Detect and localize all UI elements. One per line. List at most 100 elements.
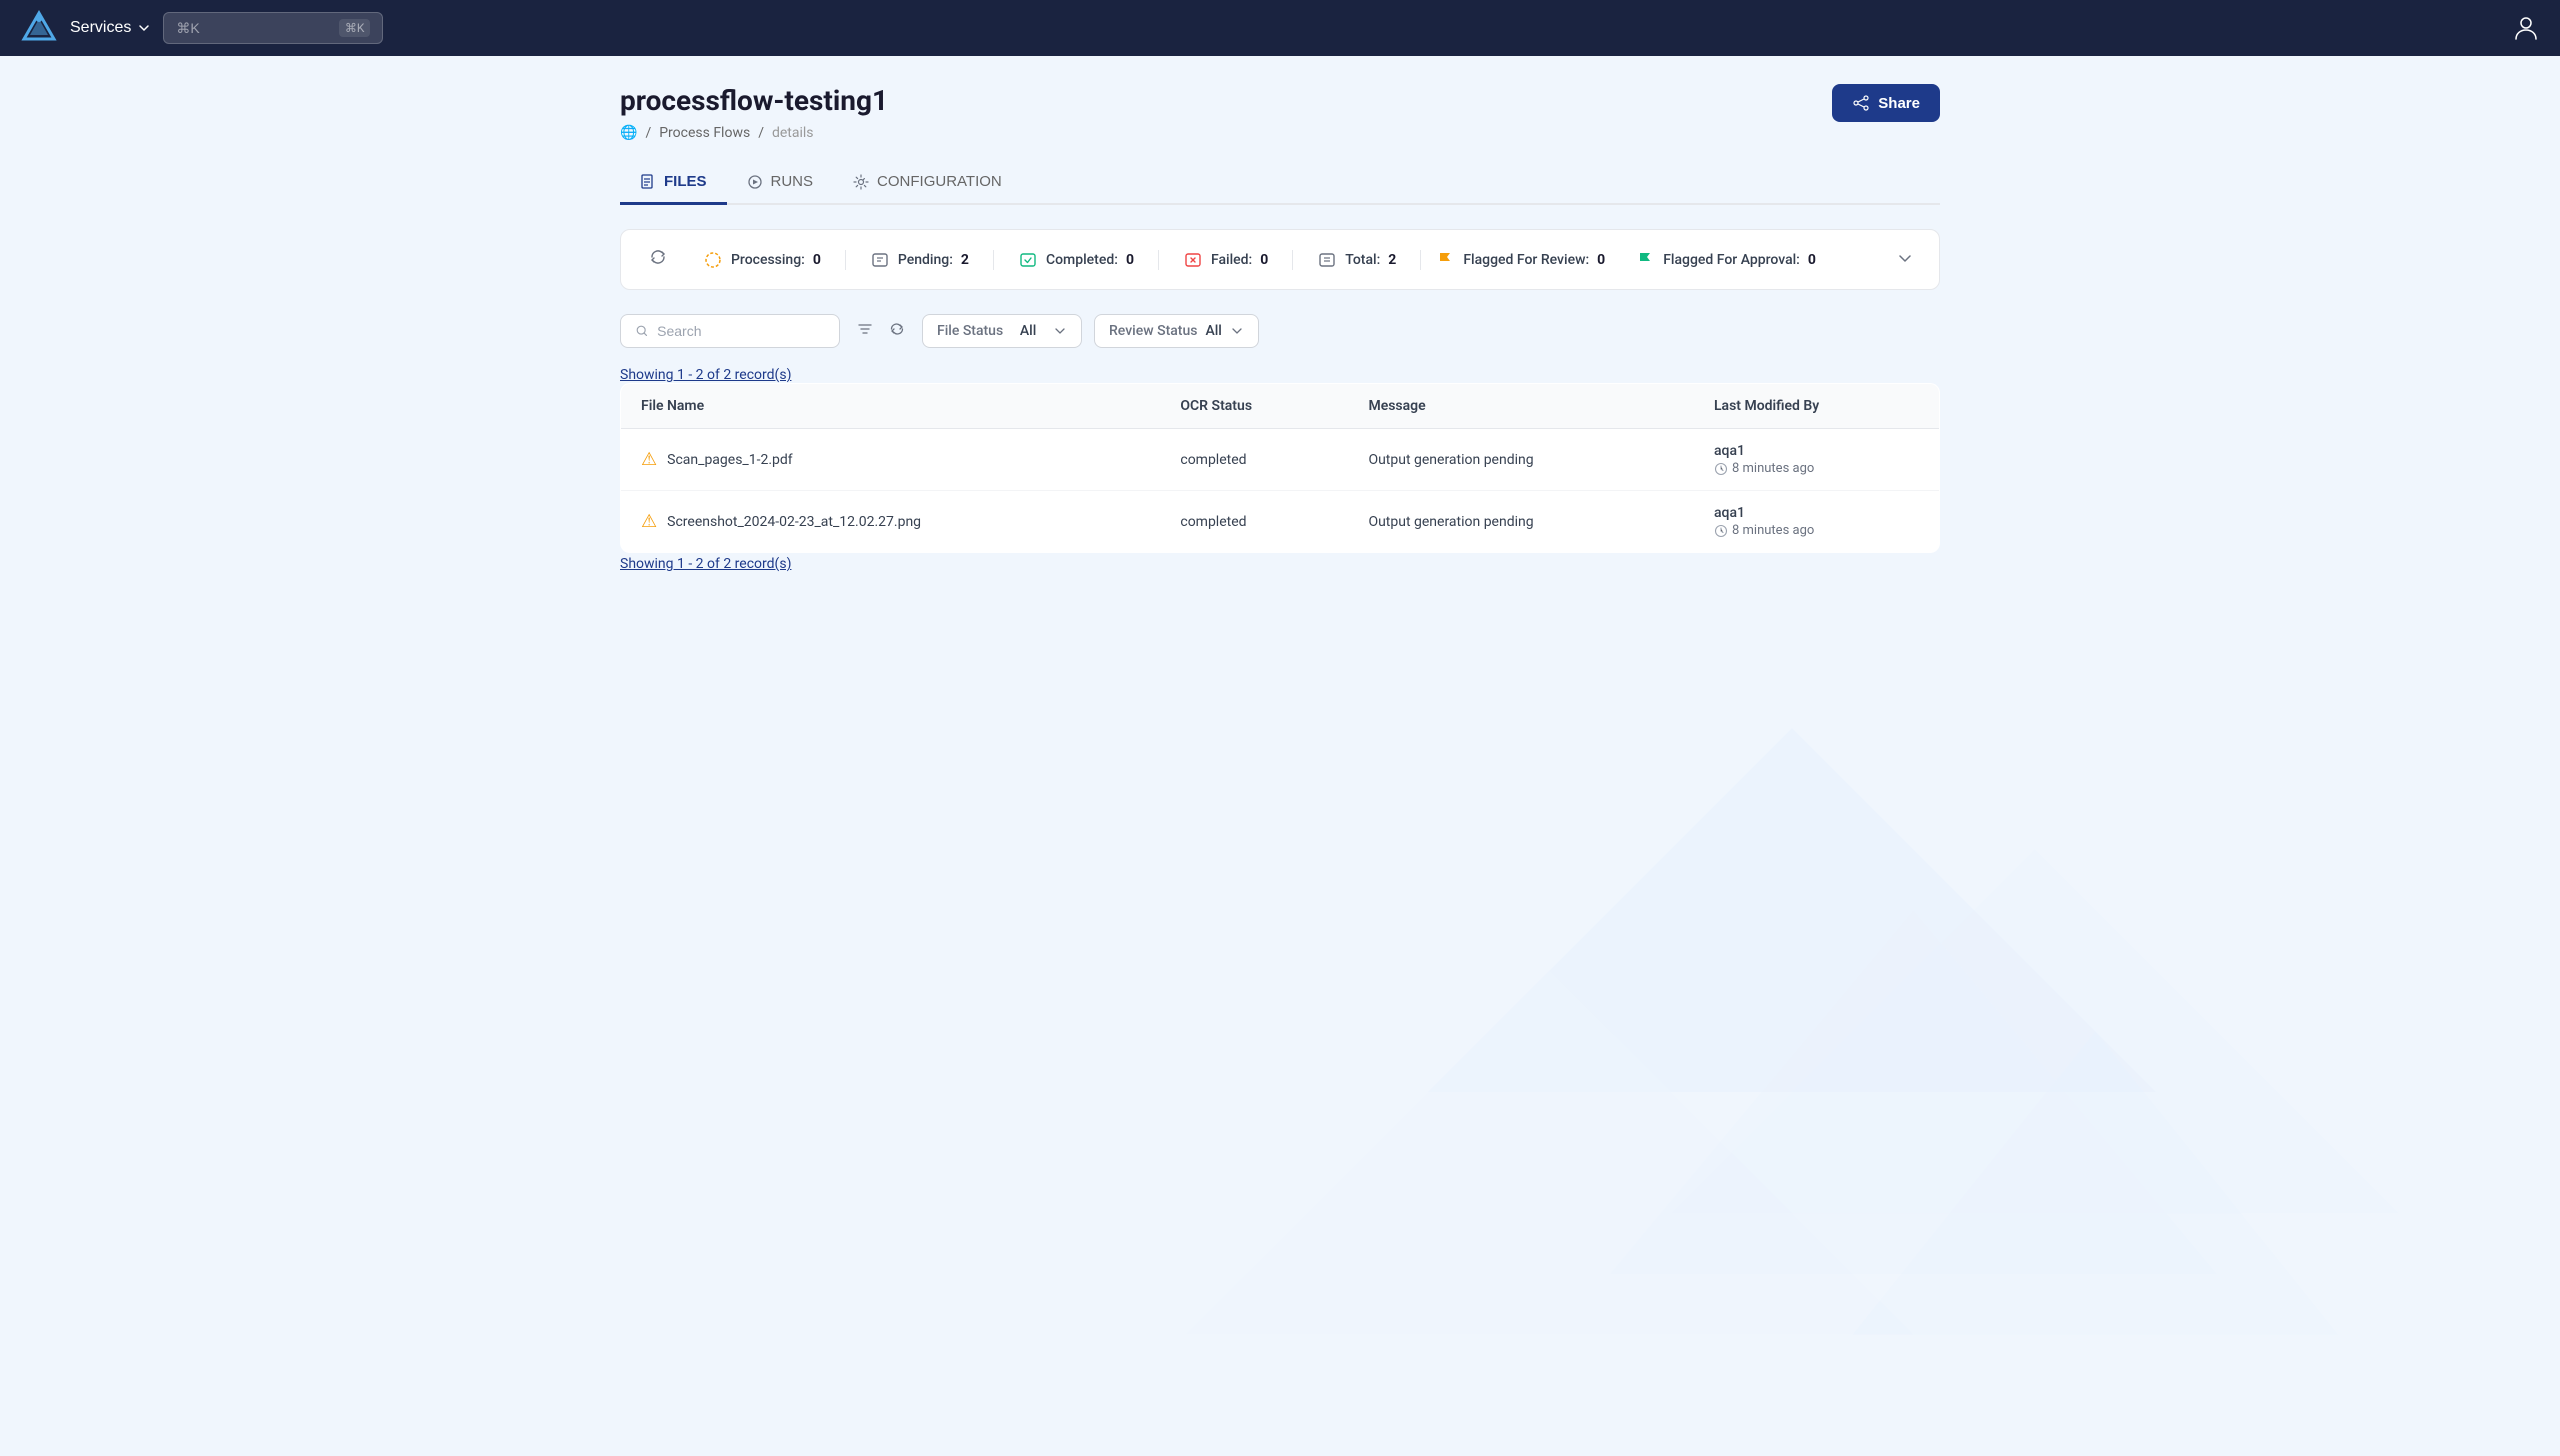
col-message: Message (1348, 384, 1694, 429)
share-label: Share (1878, 95, 1920, 112)
filter-refresh-icon (888, 320, 906, 338)
stat-flagged-approval: Flagged For Approval: 0 (1621, 251, 1832, 269)
stat-total: Total: 2 (1293, 250, 1421, 270)
stat-processing: Processing: 0 (679, 250, 846, 270)
pending-icon (870, 250, 890, 270)
total-icon (1317, 250, 1337, 270)
table-row[interactable]: ⚠ Scan_pages_1-2.pdf completedOutput gen… (621, 429, 1940, 491)
chevron-down-icon (1895, 248, 1915, 268)
flagged-approval-value: 0 (1808, 252, 1816, 268)
filter-refresh-button[interactable] (884, 316, 910, 347)
cell-modified-by: aqa1 8 minutes ago (1694, 491, 1940, 553)
file-search-wrap (620, 314, 840, 348)
user-icon (2512, 13, 2540, 41)
cell-message: Output generation pending (1348, 429, 1694, 491)
title-section: processflow-testing1 🌐 / Process Flows /… (620, 84, 888, 141)
file-name-text: Screenshot_2024-02-23_at_12.02.27.png (667, 514, 921, 530)
pending-label: Pending: (898, 252, 953, 268)
completed-label: Completed: (1046, 252, 1118, 268)
review-status-dropdown[interactable]: Review Status All (1094, 314, 1259, 348)
modified-time-text: 8 minutes ago (1732, 523, 1814, 538)
modified-time-text: 8 minutes ago (1732, 461, 1814, 476)
tab-configuration-label: CONFIGURATION (877, 173, 1002, 190)
review-status-label: Review Status (1109, 323, 1197, 339)
records-count-bottom[interactable]: Showing 1 - 2 of 2 record(s) (620, 556, 791, 572)
breadcrumb-current: details (772, 125, 814, 141)
tab-files[interactable]: FILES (620, 161, 727, 205)
cell-ocr-status: completed (1160, 429, 1348, 491)
search-icon (635, 323, 649, 339)
filter-icon-group (852, 316, 910, 347)
nav-left: Services ⌘K (20, 9, 383, 47)
tab-configuration[interactable]: CONFIGURATION (833, 161, 1022, 205)
configuration-tab-icon (853, 174, 869, 190)
background-decoration (1024, 728, 2560, 1456)
stat-failed: Failed: 0 (1159, 250, 1293, 270)
total-label: Total: (1345, 252, 1380, 268)
main-content: processflow-testing1 🌐 / Process Flows /… (580, 56, 1980, 612)
records-count-top[interactable]: Showing 1 - 2 of 2 record(s) (620, 367, 791, 383)
modified-time: 8 minutes ago (1714, 461, 1919, 476)
chevron-down-icon (137, 21, 151, 35)
total-value: 2 (1388, 252, 1396, 268)
cell-filename: ⚠ Screenshot_2024-02-23_at_12.02.27.png (621, 491, 1161, 553)
services-label: Services (70, 19, 131, 37)
cell-filename: ⚠ Scan_pages_1-2.pdf (621, 429, 1161, 491)
breadcrumb-process-flows[interactable]: Process Flows (659, 125, 750, 141)
refresh-button[interactable] (645, 244, 671, 275)
top-navigation: Services ⌘K (0, 0, 2560, 56)
flag-review-icon (1437, 251, 1455, 269)
breadcrumb: 🌐 / Process Flows / details (620, 125, 888, 141)
user-profile-button[interactable] (2512, 13, 2540, 44)
processing-icon (703, 250, 723, 270)
share-button[interactable]: Share (1832, 84, 1940, 122)
col-ocr-status: OCR Status (1160, 384, 1348, 429)
stat-flagged-review: Flagged For Review: 0 (1421, 251, 1621, 269)
filter-button[interactable] (852, 316, 878, 347)
file-search-input[interactable] (657, 323, 825, 339)
files-tab-icon (640, 174, 656, 190)
flagged-approval-label: Flagged For Approval: (1663, 252, 1800, 268)
services-dropdown-button[interactable]: Services (70, 19, 151, 37)
file-status-dropdown[interactable]: File Status All (922, 314, 1082, 348)
flagged-review-value: 0 (1597, 252, 1605, 268)
table-row[interactable]: ⚠ Screenshot_2024-02-23_at_12.02.27.png … (621, 491, 1940, 553)
breadcrumb-home-icon[interactable]: 🌐 (620, 125, 637, 141)
cell-modified-by: aqa1 8 minutes ago (1694, 429, 1940, 491)
modified-user: aqa1 (1714, 443, 1919, 459)
flag-approval-icon (1637, 251, 1655, 269)
stats-bar: Processing: 0 Pending: 2 Completed: 0 (620, 229, 1940, 290)
tab-files-label: FILES (664, 173, 707, 190)
flagged-review-label: Flagged For Review: (1463, 252, 1589, 268)
global-search-input[interactable] (176, 20, 330, 36)
filter-icon (856, 320, 874, 338)
page-header: processflow-testing1 🌐 / Process Flows /… (620, 84, 1940, 141)
tab-runs[interactable]: RUNS (727, 161, 834, 205)
modified-time: 8 minutes ago (1714, 523, 1919, 538)
processing-label: Processing: (731, 252, 805, 268)
clock-icon (1714, 524, 1728, 538)
review-status-value: All (1205, 323, 1221, 339)
col-last-modified: Last Modified By (1694, 384, 1940, 429)
pending-value: 2 (961, 252, 969, 268)
stats-expand-button[interactable] (1895, 248, 1915, 271)
share-icon (1852, 94, 1870, 112)
file-name-text: Scan_pages_1-2.pdf (667, 452, 793, 468)
breadcrumb-separator-2: / (758, 125, 764, 141)
breadcrumb-separator-1: / (645, 125, 651, 141)
global-search-box: ⌘K (163, 12, 383, 44)
processing-value: 0 (813, 252, 821, 268)
completed-icon (1018, 250, 1038, 270)
stat-pending: Pending: 2 (846, 250, 994, 270)
completed-value: 0 (1126, 252, 1134, 268)
failed-icon (1183, 250, 1203, 270)
tab-bar: FILES RUNS CONFIGURATION (620, 161, 1940, 205)
search-shortcut: ⌘K (339, 19, 371, 37)
clock-icon (1714, 462, 1728, 476)
col-filename: File Name (621, 384, 1161, 429)
warning-icon: ⚠ (641, 449, 657, 470)
refresh-icon (649, 248, 667, 266)
runs-tab-icon (747, 174, 763, 190)
tab-runs-label: RUNS (771, 173, 814, 190)
table-body: ⚠ Scan_pages_1-2.pdf completedOutput gen… (621, 429, 1940, 553)
